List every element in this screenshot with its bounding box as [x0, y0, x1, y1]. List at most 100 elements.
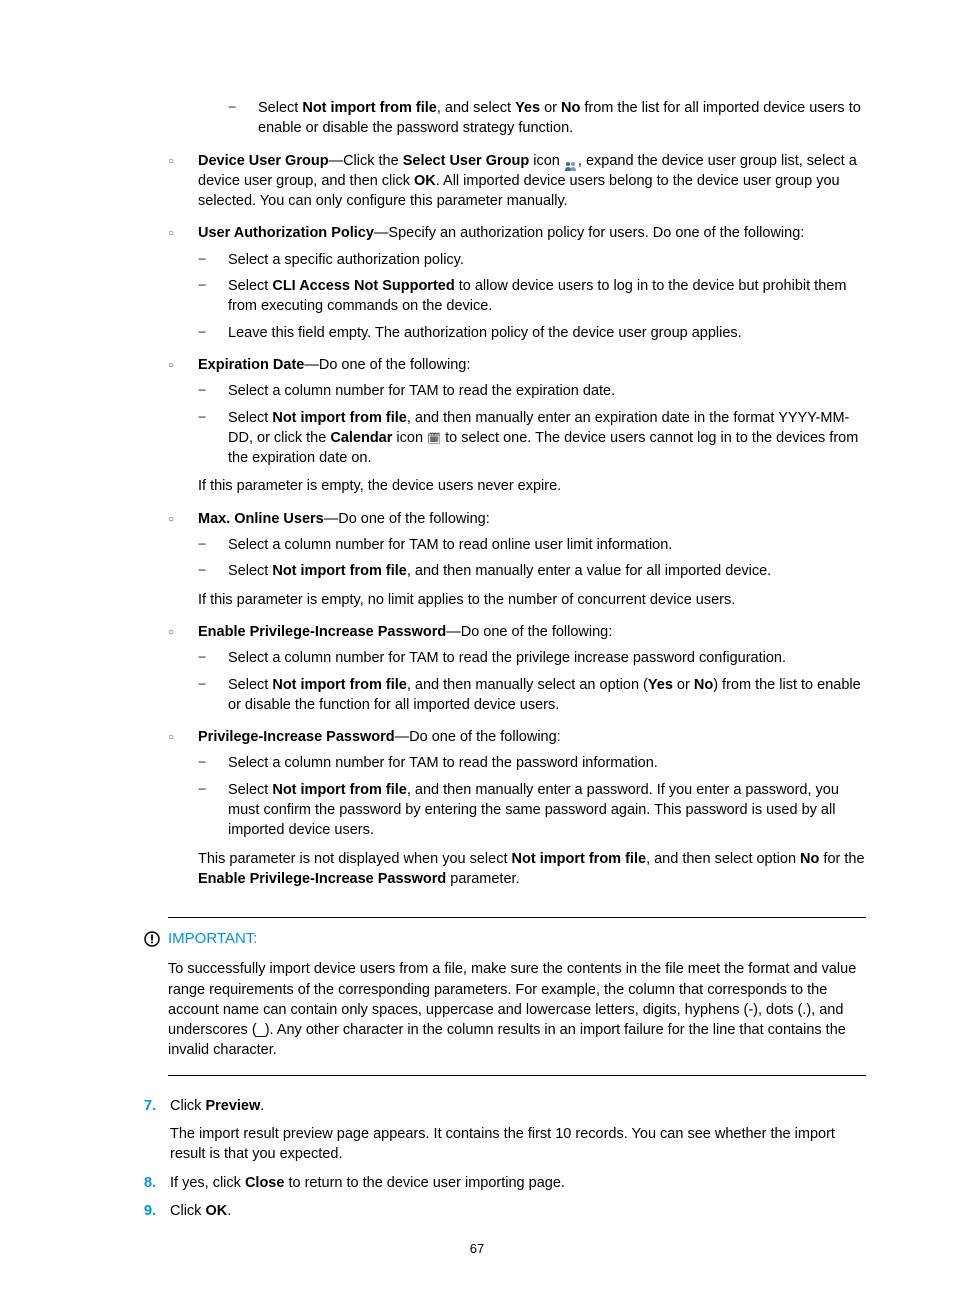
dash-list: − Select a column number for TAM to read… [198, 381, 866, 468]
text-bold: Preview [205, 1098, 260, 1114]
text-bold: Not import from file [272, 410, 407, 426]
dash-bullet: − [198, 381, 228, 401]
item-title: Max. Online Users [198, 511, 324, 527]
followup-text: If this parameter is empty, the device u… [198, 476, 866, 496]
circle-bullet: ○ [168, 727, 198, 747]
dash-list-initial: − Select Not import from file, and selec… [228, 98, 866, 139]
followup-text: This parameter is not displayed when you… [198, 849, 866, 890]
text-bold: Close [245, 1175, 285, 1191]
text-bold: Select User Group [403, 153, 530, 169]
important-block: IMPORTANT: To successfully import device… [168, 917, 866, 1075]
page-number: 67 [0, 1240, 954, 1258]
text: , and then select option [646, 851, 800, 867]
text: —Do one of the following: [324, 511, 490, 527]
text-bold: Calendar [330, 430, 392, 446]
dash-body: Select a column number for TAM to read t… [228, 753, 866, 773]
dash-bullet: − [228, 98, 258, 139]
text: —Specify an authorization policy for use… [374, 225, 804, 241]
text-bold: OK [414, 173, 436, 189]
text: to return to the device user importing p… [284, 1175, 565, 1191]
dash-body: Select a specific authorization policy. [228, 250, 866, 270]
dash-body: Select Not import from file, and then ma… [228, 408, 866, 469]
dash-body: Select CLI Access Not Supported to allow… [228, 276, 866, 317]
numbered-list: 7. Click Preview. The import result prev… [144, 1096, 866, 1221]
text: —Click the [329, 153, 403, 169]
text: Select [258, 100, 302, 116]
dash-list: − Select a column number for TAM to read… [198, 535, 866, 582]
circle-item-enable-priv-increase: ○ Enable Privilege-Increase Password—Do … [168, 622, 866, 642]
text: If yes, click [170, 1175, 245, 1191]
circle-item-max-online-users: ○ Max. Online Users—Do one of the follow… [168, 509, 866, 529]
text: Select [228, 278, 272, 294]
text: , and then manually select an option ( [407, 677, 648, 693]
text: Select [228, 782, 272, 798]
circle-bullet: ○ [168, 151, 198, 212]
step-number: 9. [144, 1201, 170, 1221]
content-area: − Select Not import from file, and selec… [168, 98, 866, 889]
text: , and then manually enter a value for al… [407, 563, 771, 579]
item-title: Privilege-Increase Password [198, 729, 395, 745]
dash-list: − Select a specific authorization policy… [198, 250, 866, 343]
calendar-icon: 🗓 [427, 432, 441, 447]
text: for the [819, 851, 864, 867]
dash-bullet: − [198, 561, 228, 581]
item-title: Enable Privilege-Increase Password [198, 624, 446, 640]
dash-item: − Select a specific authorization policy… [198, 250, 866, 270]
dash-body: Select a column number for TAM to read t… [228, 648, 866, 668]
text: Click [170, 1098, 205, 1114]
text-bold: Yes [515, 100, 540, 116]
step-7: 7. Click Preview. The import result prev… [144, 1096, 866, 1165]
item-title: User Authorization Policy [198, 225, 374, 241]
text: or [540, 100, 561, 116]
dash-item: − Select a column number for TAM to read… [198, 535, 866, 555]
dash-item: − Select Not import from file, and selec… [228, 98, 866, 139]
circle-bullet: ○ [168, 509, 198, 529]
circle-body: Privilege-Increase Password—Do one of th… [198, 727, 866, 747]
text: Select [228, 677, 272, 693]
text-bold: Not import from file [302, 100, 437, 116]
circle-bullet: ○ [168, 223, 198, 243]
text-bold: Enable Privilege-Increase Password [198, 871, 446, 887]
dash-item: − Select Not import from file, and then … [198, 561, 866, 581]
step-8: 8. If yes, click Close to return to the … [144, 1173, 866, 1193]
text: icon [529, 153, 564, 169]
dash-item: − Leave this field empty. The authorizat… [198, 323, 866, 343]
dash-bullet: − [198, 323, 228, 343]
text-bold: No [800, 851, 819, 867]
dash-item: − Select Not import from file, and then … [198, 780, 866, 841]
text: , and select [437, 100, 515, 116]
dash-bullet: − [198, 276, 228, 317]
step-number: 7. [144, 1096, 170, 1165]
dash-bullet: − [198, 648, 228, 668]
text: . [227, 1203, 231, 1219]
dash-item: − Select a column number for TAM to read… [198, 648, 866, 668]
text-bold: OK [205, 1203, 227, 1219]
dash-item: − Select CLI Access Not Supported to all… [198, 276, 866, 317]
followup-text: If this parameter is empty, no limit app… [198, 590, 866, 610]
circle-item-priv-increase-password: ○ Privilege-Increase Password—Do one of … [168, 727, 866, 747]
dash-bullet: − [198, 250, 228, 270]
circle-body: Expiration Date—Do one of the following: [198, 355, 866, 375]
dash-bullet: − [198, 753, 228, 773]
text: or [673, 677, 694, 693]
alert-icon [144, 931, 160, 947]
dash-item: − Select Not import from file, and then … [198, 675, 866, 716]
text-bold: CLI Access Not Supported [272, 278, 454, 294]
text: This parameter is not displayed when you… [198, 851, 512, 867]
dash-body: Select Not import from file, and then ma… [228, 561, 866, 581]
text-bold: Not import from file [512, 851, 647, 867]
page: − Select Not import from file, and selec… [0, 0, 954, 1296]
text: Select [228, 563, 272, 579]
step-sub: The import result preview page appears. … [170, 1124, 866, 1165]
step-body: Click OK. [170, 1201, 866, 1221]
text: Select [228, 410, 272, 426]
dash-bullet: − [198, 535, 228, 555]
dash-body: Select Not import from file, and then ma… [228, 675, 866, 716]
important-body: To successfully import device users from… [168, 959, 866, 1060]
dash-list: − Select a column number for TAM to read… [198, 648, 866, 715]
dash-bullet: − [198, 780, 228, 841]
text: —Do one of the following: [395, 729, 561, 745]
text: icon [392, 430, 427, 446]
dash-body: Select a column number for TAM to read o… [228, 535, 866, 555]
step-body: If yes, click Close to return to the dev… [170, 1173, 866, 1193]
